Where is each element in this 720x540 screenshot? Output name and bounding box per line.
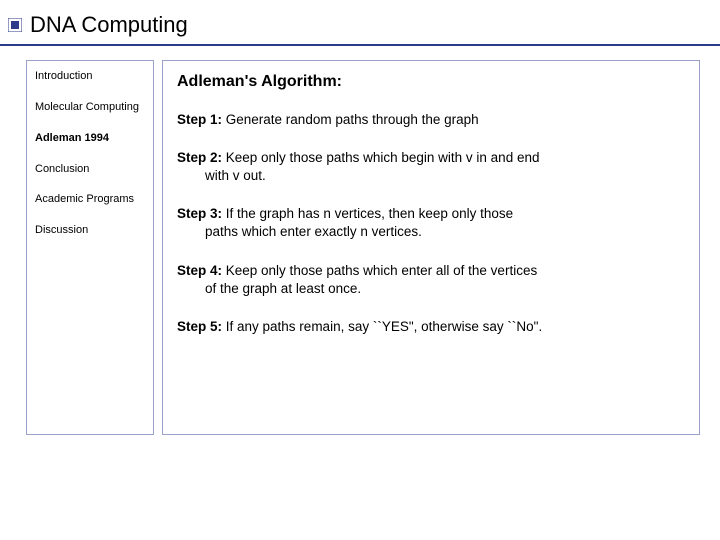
slide: DNA Computing Introduction Molecular Com… — [0, 0, 720, 540]
sidebar-item-academic-programs: Academic Programs — [35, 192, 145, 207]
sidebar-item-discussion: Discussion — [35, 223, 145, 238]
step-3-text: If the graph has n vertices, then keep o… — [222, 206, 513, 221]
step-5: Step 5: If any paths remain, say ``YES",… — [177, 318, 685, 336]
step-1-text: Generate random paths through the graph — [222, 112, 479, 127]
slide-body: Introduction Molecular Computing Adleman… — [0, 46, 720, 435]
step-2-text: Keep only those paths which begin with v… — [222, 150, 539, 165]
sidebar-item-adleman-1994: Adleman 1994 — [35, 131, 145, 146]
sidebar-item-molecular-computing: Molecular Computing — [35, 100, 145, 115]
step-2-label: Step 2: — [177, 150, 222, 165]
step-4-text: Keep only those paths which enter all of… — [222, 263, 537, 278]
step-5-text: If any paths remain, say ``YES", otherwi… — [222, 319, 542, 334]
content-heading: Adleman's Algorithm: — [177, 71, 685, 93]
step-2-cont: with v out. — [177, 167, 685, 185]
step-3: Step 3: If the graph has n vertices, the… — [177, 205, 685, 241]
step-4-label: Step 4: — [177, 263, 222, 278]
content-panel: Adleman's Algorithm: Step 1: Generate ra… — [162, 60, 700, 435]
step-3-cont: paths which enter exactly n vertices. — [177, 223, 685, 241]
step-4-cont: of the graph at least once. — [177, 280, 685, 298]
step-2: Step 2: Keep only those paths which begi… — [177, 149, 685, 185]
step-5-label: Step 5: — [177, 319, 222, 334]
sidebar-item-introduction: Introduction — [35, 69, 145, 84]
sidebar: Introduction Molecular Computing Adleman… — [26, 60, 154, 435]
step-1-label: Step 1: — [177, 112, 222, 127]
sidebar-item-conclusion: Conclusion — [35, 162, 145, 177]
step-1: Step 1: Generate random paths through th… — [177, 111, 685, 129]
title-bullet-icon — [8, 18, 22, 32]
step-4: Step 4: Keep only those paths which ente… — [177, 262, 685, 298]
page-title: DNA Computing — [30, 12, 188, 38]
step-3-label: Step 3: — [177, 206, 222, 221]
slide-title-row: DNA Computing — [0, 0, 720, 44]
